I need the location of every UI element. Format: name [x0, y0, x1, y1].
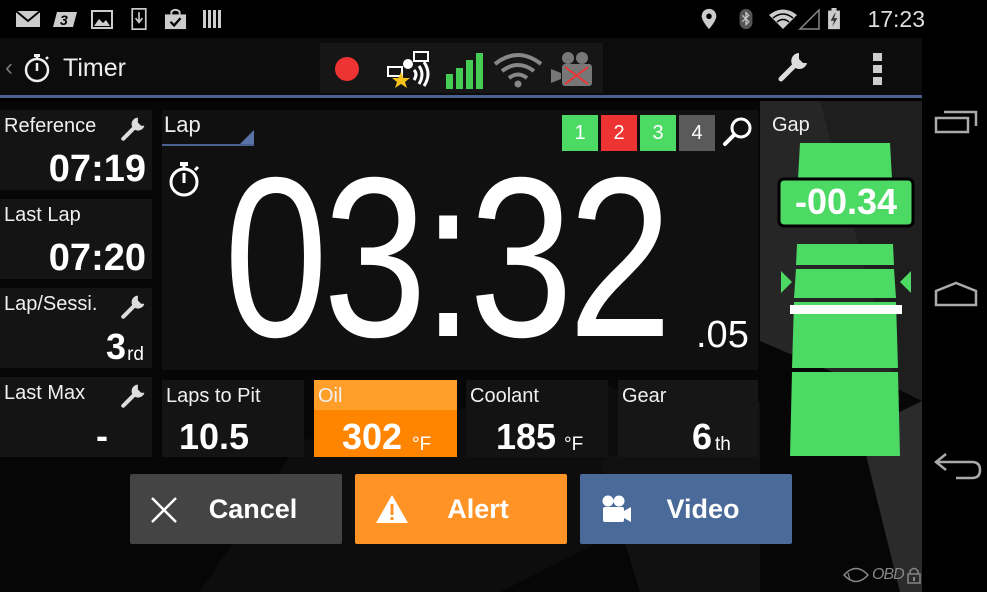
lap-session-settings-icon[interactable]: [120, 294, 146, 320]
oil-label: Oil: [318, 385, 343, 407]
lap-session-label: Lap/Sessi.: [4, 293, 98, 315]
last-lap-value: 07:20: [48, 237, 146, 279]
laps-to-pit-value: 10.5: [179, 416, 250, 457]
gap-right-marker: [900, 271, 911, 293]
status-indicators: [320, 43, 603, 93]
last-lap-label: Last Lap: [4, 204, 81, 226]
gear-value: 6: [692, 416, 713, 457]
oil-unit: °F: [412, 434, 432, 455]
lap-mode-label: Lap: [164, 112, 201, 137]
barcode-icon: [203, 10, 221, 28]
video-label: Video: [666, 493, 740, 524]
obd-connector-icon: [842, 567, 870, 583]
obd-text: OBD: [872, 566, 905, 583]
gap-segment: [790, 372, 900, 456]
gear-panel[interactable]: Gear 6 th: [618, 380, 758, 457]
main-lap-time: 03:32: [224, 131, 672, 385]
sector-4-label: 4: [691, 121, 703, 144]
last-max-value: -: [96, 415, 108, 456]
gear-suffix: th: [715, 434, 731, 455]
svg-text:3: 3: [60, 12, 68, 28]
gap-segment: [798, 143, 892, 179]
lap-session-suffix: rd: [127, 344, 144, 365]
battery-charging-icon: [828, 8, 840, 30]
gap-segment: [796, 244, 894, 265]
stopwatch-icon: [24, 54, 50, 83]
wifi-icon: [493, 53, 543, 88]
status-bar: 3 17:23: [0, 0, 987, 38]
gear-label: Gear: [622, 385, 667, 407]
screen: 3 17:23 ‹ Timer Reference 07:19 Last Lap…: [0, 0, 987, 592]
navigation-bar: [922, 38, 987, 592]
coolant-panel[interactable]: Coolant 185 °F: [466, 380, 608, 457]
coolant-label: Coolant: [470, 385, 539, 407]
overflow-menu-button[interactable]: [872, 52, 884, 86]
oil-panel[interactable]: Oil 302 °F: [314, 380, 457, 457]
dashboard: Reference 07:19 Last Lap 07:20 Lap/Sessi…: [0, 101, 922, 592]
record-dot-icon: [335, 57, 359, 81]
signal-icon: [798, 8, 820, 30]
three-network-icon: 3: [53, 12, 77, 28]
sector-4[interactable]: 4: [679, 115, 715, 151]
oil-value: 302: [342, 416, 403, 457]
search-icon[interactable]: [722, 115, 754, 147]
bluetooth-icon: [739, 8, 753, 30]
back-button[interactable]: [934, 450, 982, 482]
stopwatch-icon: [169, 162, 200, 197]
cancel-button[interactable]: Cancel: [130, 474, 342, 544]
gap-value: -00.34: [794, 181, 898, 222]
settings-wrench-button[interactable]: [777, 51, 809, 83]
store-bag-icon: [164, 8, 187, 30]
wifi-icon: [769, 9, 797, 29]
location-icon: [701, 8, 717, 30]
gap-label: Gap: [772, 114, 810, 136]
reference-label: Reference: [4, 115, 97, 137]
gap-left-marker: [781, 271, 792, 293]
last-max-settings-icon[interactable]: [120, 383, 146, 409]
back-chevron-icon[interactable]: ‹: [5, 54, 13, 82]
lap-time-fraction: .05: [696, 314, 749, 356]
page-title[interactable]: Timer: [63, 54, 126, 83]
satellite-gps-icon: [387, 51, 430, 88]
video-button[interactable]: Video: [580, 474, 792, 544]
lap-session-panel[interactable]: Lap/Sessi. 3 rd: [0, 288, 152, 368]
recent-apps-button[interactable]: [934, 108, 978, 136]
clock: 17:23: [867, 6, 925, 32]
video-camera-disabled-icon: [551, 52, 592, 86]
image-icon: [91, 10, 113, 29]
coolant-unit: °F: [564, 434, 584, 455]
reference-settings-icon[interactable]: [120, 116, 146, 142]
reference-panel[interactable]: Reference 07:19: [0, 110, 152, 190]
download-icon: [131, 8, 147, 30]
alert-label: Alert: [447, 493, 509, 524]
last-lap-panel[interactable]: Last Lap 07:20: [0, 199, 152, 279]
alert-button[interactable]: Alert: [355, 474, 567, 544]
laps-to-pit-label: Laps to Pit: [166, 385, 261, 407]
timer-panel: Lap 1 2 3 4 03:32 .05: [162, 110, 758, 378]
coolant-value: 185: [496, 416, 557, 457]
action-bar: ‹ Timer: [0, 38, 922, 98]
last-max-label: Last Max: [4, 382, 86, 404]
home-button[interactable]: [934, 281, 978, 307]
lap-session-value: 3: [105, 326, 126, 367]
gap-segment: [794, 269, 896, 298]
mail-icon: [15, 10, 41, 27]
reference-value: 07:19: [48, 148, 146, 190]
last-max-panel[interactable]: Last Max -: [0, 377, 152, 457]
cancel-label: Cancel: [208, 493, 298, 524]
obd-status: OBD: [842, 564, 922, 586]
signal-bars-icon: [446, 53, 483, 89]
lock-icon: [906, 567, 921, 584]
gap-reference-line: [790, 305, 902, 314]
laps-to-pit-panel[interactable]: Laps to Pit 10.5: [162, 380, 304, 457]
